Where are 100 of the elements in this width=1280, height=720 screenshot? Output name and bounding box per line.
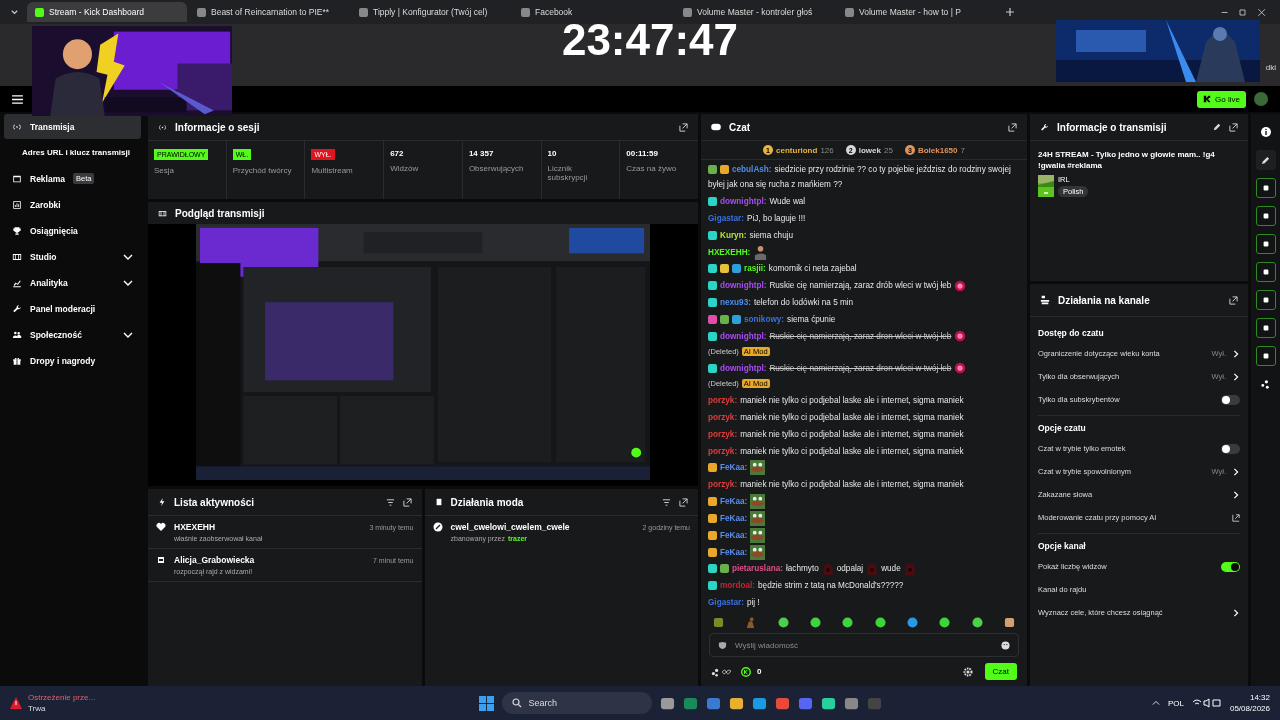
chat-message-text: Ruskie cię namierzają, zaraz dron wleci w twój łeb	[769, 330, 952, 343]
chat-username[interactable]: FeKaa:	[720, 463, 748, 473]
message-input[interactable]: Wyślij wiadomość	[735, 640, 993, 650]
chat-username[interactable]: FeKaa:	[720, 530, 748, 540]
leader-name[interactable]: Bolek1650	[917, 145, 958, 155]
chat-message-text: maniek nie tylko ci podjebal laske ale i internet, sigma maniek	[740, 411, 964, 424]
chat-message-text: Wude wal	[769, 196, 806, 209]
stat-label: Licznik subskrypcji	[547, 164, 589, 182]
chat-message-text: maniek nie tylko ci podjebal laske ale i internet, sigma maniek	[740, 479, 964, 492]
chat-username[interactable]: Gigastar:	[708, 598, 744, 607]
chat-username[interactable]: pietaruslana:	[732, 564, 783, 574]
chat-username[interactable]: porzyk:	[708, 480, 738, 490]
stat-value: 00:11:59	[626, 149, 659, 158]
chat-username[interactable]: porzyk:	[708, 429, 738, 439]
panel-title: Działania na kanale	[1058, 294, 1150, 306]
chat-message-text: maniek nie tylko ci podjebal laske ale i internet, sigma maniek	[740, 445, 964, 458]
chat-username[interactable]: nexu93:	[720, 298, 751, 308]
activity-name: cwel_cwelowi_cwelem_cwele	[450, 522, 570, 532]
sidebar-item[interactable]: Studio	[4, 244, 141, 269]
taskbar-time[interactable]: 14:32	[1249, 693, 1270, 702]
leader-name[interactable]: centuriond	[776, 145, 818, 155]
chat-message-text: łachmyto	[785, 563, 819, 576]
chat-message-text: siema ćpunie	[787, 313, 836, 326]
section-heading: Opcje kanał	[1038, 540, 1087, 553]
stat-label: Multistream	[311, 166, 354, 175]
panel-title: Czat	[729, 121, 751, 133]
leader-name[interactable]: lowek	[858, 145, 881, 155]
chat-message-text: odpalaj	[836, 563, 864, 576]
chat-username[interactable]: cebulAsh:	[732, 164, 772, 174]
panel-title: Informacje o transmisji	[1057, 121, 1167, 133]
taskbar-date[interactable]: 05/08/2026	[1229, 704, 1270, 713]
stat-label: Widzów	[390, 164, 420, 173]
chat-message-text: siema chuju	[749, 229, 794, 242]
chat-message-text: PiJ, bo laguje !!!	[746, 212, 806, 225]
points-count: 0	[757, 667, 762, 676]
chat-message-text: komornik ci neta zajebal	[768, 263, 857, 276]
chat-username[interactable]: porzyk:	[708, 412, 738, 422]
notification-title[interactable]: Ostrzeżenie prze...	[28, 693, 96, 702]
panel-title: Informacje o sesji	[175, 121, 260, 133]
chat-username[interactable]: downightpl:	[720, 281, 767, 291]
chat-username[interactable]: HXEXEHH:	[708, 247, 751, 257]
panel-title: Działania moda	[450, 496, 524, 508]
chat-message-text: Ruskie cię namierzają, zaraz dron wleci w twój łeb	[769, 362, 952, 375]
search-box[interactable]: Search	[502, 692, 653, 714]
browser-tab[interactable]: Tipply | Konfigurator (Twój cel)	[351, 2, 511, 22]
sidebar-item[interactable]: Dropy i nagrody	[4, 348, 141, 373]
sidebar-item[interactable]: Adres URL i klucz transmisji	[4, 140, 141, 165]
activity-name: HXEXEHH	[174, 522, 216, 532]
stream-title: 24H STREAM - Tylko jedno w głowie mam.. !g4 !gwalia #reklama	[1038, 149, 1216, 171]
chat-username[interactable]: Gigastar:	[708, 213, 744, 223]
chat-message-text: wude	[881, 563, 901, 576]
sidebar-item[interactable]: Osiągnięcia	[4, 218, 141, 243]
bookmarks-label[interactable]: dki	[1265, 63, 1276, 72]
stat-label: Sesja	[154, 166, 175, 175]
stat-value: 10	[547, 149, 558, 158]
chat-username[interactable]: FeKaa:	[720, 547, 748, 557]
stat-label: Czas na żywo	[626, 164, 678, 173]
leader-count: 25	[884, 145, 893, 155]
language-indicator[interactable]: POL	[1167, 698, 1184, 708]
go-live-button[interactable]: Go live	[1197, 90, 1246, 108]
leader-count: 7	[960, 145, 965, 155]
chat-username[interactable]: porzyk:	[708, 396, 738, 406]
chat-username[interactable]: FeKaa:	[720, 513, 748, 523]
chat-username[interactable]: porzyk:	[708, 446, 738, 456]
chat-message-text: Ruskie cię namierzają, zaraz drób wleci w twój łeb	[769, 280, 952, 293]
chat-message-text: maniek nie tylko ci podjebal laske ale i internet, sigma maniek	[740, 428, 964, 441]
chat-message-text: siedzicie przy rodzinie ?? co ty pojebie jeździsz do rodziny swojej	[774, 163, 1011, 176]
section-heading: Dostęp do czatu	[1038, 327, 1105, 340]
search-field[interactable]: Search	[528, 698, 643, 708]
browser-tab[interactable]: Volume Master - how to | P	[837, 2, 997, 22]
chat-message-text: telefon do lodówki na 5 min	[753, 297, 854, 310]
chat-username[interactable]: FeKaa:	[720, 497, 748, 507]
browser-tab[interactable]: Beast of Reincarnation to PIE**	[189, 2, 349, 22]
chat-message-text: będzie strim z tatą na McDonald's?????	[758, 580, 904, 593]
stat-label: Obserwujących	[468, 164, 525, 173]
message-field[interactable]: Wyślij wiadomość	[709, 633, 1019, 657]
panel-title: Podgląd transmisji	[175, 207, 265, 219]
sidebar-item[interactable]: Społeczność	[4, 322, 141, 347]
chat-message-text: maniek nie tylko ci podjebal laske ale i internet, sigma maniek	[740, 395, 964, 408]
chat-username[interactable]: downightpl:	[720, 363, 767, 373]
sidebar-item[interactable]: Zarobki	[4, 192, 141, 217]
section-heading: Opcje czatu	[1038, 422, 1087, 435]
chat-username[interactable]: rasjii:	[744, 264, 766, 274]
chat-username[interactable]: downightpl:	[720, 197, 767, 207]
chat-username[interactable]: sonikowy:	[744, 314, 785, 324]
activity-name: Alicja_Grabowiecka	[174, 555, 255, 565]
chat-username[interactable]: Kuryn:	[720, 230, 747, 240]
browser-tab[interactable]: Stream - Kick Dashboard	[27, 2, 187, 22]
stat-value: 14 357	[468, 149, 495, 158]
sidebar-item[interactable]: Analityka	[4, 270, 141, 295]
send-chat-button[interactable]: Czat	[984, 663, 1017, 680]
chat-username[interactable]: downightpl:	[720, 331, 767, 341]
stat-label: Przychód twórcy	[232, 166, 293, 175]
sidebar-item[interactable]: Transmisja	[4, 114, 141, 139]
stat-value: 672	[390, 149, 405, 158]
chat-message-text: pij !	[746, 597, 760, 609]
panel-title: Lista aktywności	[174, 496, 255, 508]
notification-status: Trwa	[28, 704, 47, 713]
sidebar-item[interactable]: Panel moderacji	[4, 296, 141, 321]
leader-count: 126	[820, 145, 834, 155]
